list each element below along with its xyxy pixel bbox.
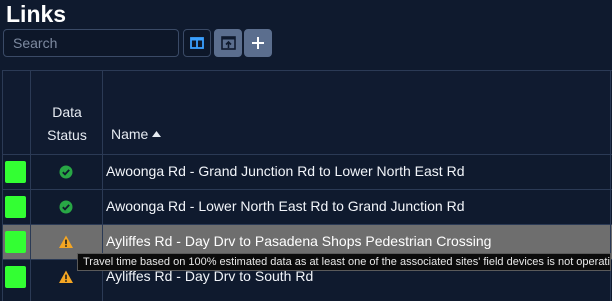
row-indicator	[5, 161, 26, 183]
column-divider	[30, 71, 31, 301]
search-input[interactable]	[3, 29, 179, 57]
columns-icon	[190, 37, 204, 49]
table-row[interactable]: Awoonga Rd - Grand Junction Rd to Lower …	[2, 154, 612, 189]
row-indicator	[5, 266, 26, 288]
row-name: Ayliffes Rd - Day Drv to Pasadena Shops …	[106, 233, 492, 249]
column-header-name-label: Name	[111, 126, 149, 142]
export-icon	[220, 36, 236, 50]
sort-ascending-icon	[152, 131, 162, 137]
check-circle-icon	[59, 165, 73, 179]
page-title: Links	[6, 1, 67, 27]
warning-icon	[59, 235, 73, 248]
plus-icon	[252, 37, 264, 49]
row-name: Awoonga Rd - Grand Junction Rd to Lower …	[106, 163, 465, 179]
status-tooltip: Travel time based on 100% estimated data…	[77, 253, 611, 271]
column-layout-button[interactable]	[183, 29, 211, 57]
export-button[interactable]	[214, 29, 242, 57]
row-indicator	[5, 196, 26, 218]
add-button[interactable]	[244, 29, 272, 57]
row-indicator	[5, 231, 26, 253]
table-row[interactable]: Awoonga Rd - Lower North East Rd to Gran…	[2, 189, 612, 224]
column-divider	[2, 71, 3, 301]
column-header-data-status[interactable]: Data Status	[32, 101, 102, 147]
column-header-name[interactable]: Name	[111, 126, 162, 142]
check-circle-icon	[59, 200, 73, 214]
warning-icon	[59, 270, 73, 283]
row-name: Awoonga Rd - Lower North East Rd to Gran…	[106, 198, 465, 214]
table-header: Data Status Name	[2, 71, 612, 154]
